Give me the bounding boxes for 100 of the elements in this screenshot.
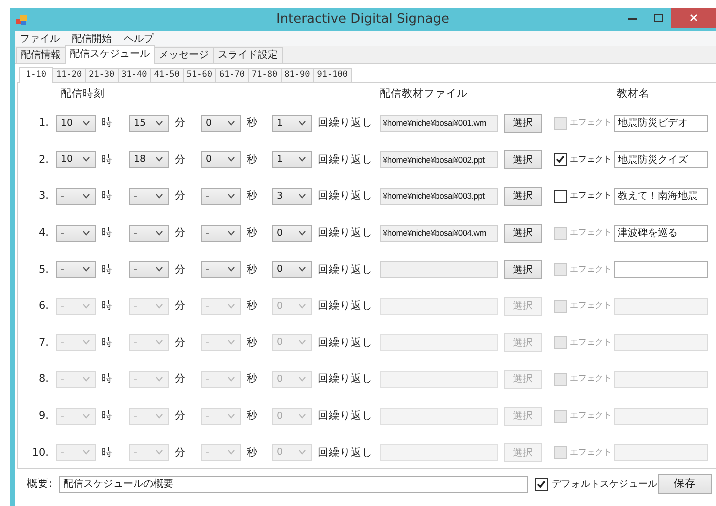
- caret-icon: [299, 376, 306, 382]
- title-field[interactable]: 教えて！南海地震: [614, 188, 708, 205]
- caret-icon: [156, 120, 163, 126]
- time-dropdown[interactable]: -: [201, 261, 241, 278]
- unit-label: 回繰り返し: [317, 409, 374, 424]
- summary-label: 概要:: [27, 477, 54, 491]
- time-dropdown[interactable]: -: [201, 188, 241, 205]
- select-button[interactable]: 選択: [504, 186, 542, 206]
- time-dropdown[interactable]: 10: [56, 114, 96, 132]
- file-path-field[interactable]: [380, 334, 498, 352]
- select-button[interactable]: 選択: [504, 114, 542, 133]
- page-tab[interactable]: 31-40: [118, 68, 152, 82]
- time-dropdown[interactable]: 0: [272, 261, 312, 278]
- file-path-field[interactable]: ¥home¥niche¥bosai¥003.ppt: [380, 188, 498, 205]
- title-field[interactable]: [614, 298, 708, 315]
- time-dropdown[interactable]: -: [129, 261, 169, 278]
- effect-checkbox[interactable]: [554, 190, 567, 203]
- select-button[interactable]: 選択: [504, 150, 542, 170]
- caret-icon: [228, 267, 235, 272]
- app-icon: [16, 14, 27, 24]
- effect-checkbox[interactable]: [554, 153, 567, 166]
- save-button[interactable]: 保存: [658, 474, 712, 494]
- title-field[interactable]: [614, 444, 708, 462]
- page-tab[interactable]: 61-70: [215, 68, 250, 82]
- time-dropdown[interactable]: 0: [201, 151, 241, 168]
- page-tab[interactable]: 11-20: [52, 68, 86, 82]
- unit-label: 時: [101, 299, 114, 314]
- select-button[interactable]: 選択: [504, 260, 542, 280]
- file-path-field[interactable]: ¥home¥niche¥bosai¥004.wm: [380, 224, 498, 242]
- time-dropdown[interactable]: 18: [129, 151, 169, 168]
- menu-item[interactable]: ヘルプ: [124, 32, 154, 46]
- caret-icon: [83, 230, 90, 236]
- time-dropdown[interactable]: 15: [129, 114, 169, 132]
- unit-label: 時: [101, 446, 114, 460]
- page-tab[interactable]: 51-60: [182, 68, 216, 82]
- caret-icon: [228, 120, 235, 126]
- caret-icon: [299, 340, 306, 346]
- title-field[interactable]: 地震防災ビデオ: [614, 114, 708, 132]
- row-number: 4.: [38, 227, 50, 240]
- time-dropdown[interactable]: 0: [201, 114, 241, 132]
- time-dropdown[interactable]: -: [56, 261, 96, 278]
- file-path-field[interactable]: ¥home¥niche¥bosai¥001.wm: [380, 114, 498, 132]
- title-field[interactable]: [614, 408, 708, 425]
- menu-item[interactable]: ファイル: [20, 32, 60, 46]
- time-dropdown[interactable]: -: [56, 224, 96, 242]
- unit-label: 回繰り返し: [317, 262, 374, 277]
- caret-icon: [83, 450, 90, 456]
- caret-icon: [83, 414, 90, 419]
- row-number: 7.: [38, 336, 50, 349]
- title-field[interactable]: 津波碑を巡る: [614, 224, 708, 242]
- time-dropdown[interactable]: -: [201, 224, 241, 242]
- effect-label: エフェクト: [570, 300, 612, 312]
- file-path-field[interactable]: [380, 408, 498, 425]
- caret-icon: [228, 450, 235, 456]
- tab[interactable]: 配信スケジュール: [65, 45, 155, 64]
- tab[interactable]: スライド設定: [213, 47, 283, 63]
- file-path-field[interactable]: [380, 298, 498, 315]
- file-path-field[interactable]: [380, 444, 498, 462]
- tab[interactable]: 配信情報: [16, 47, 66, 63]
- file-path-field[interactable]: ¥home¥niche¥bosai¥002.ppt: [380, 151, 498, 168]
- title-field[interactable]: 地震防災クイズ: [614, 151, 708, 168]
- time-dropdown[interactable]: 10: [56, 151, 96, 168]
- time-dropdown[interactable]: 1: [272, 114, 312, 132]
- unit-label: 分: [174, 116, 187, 130]
- unit-label: 時: [101, 116, 114, 130]
- select-button[interactable]: 選択: [504, 224, 542, 243]
- caret-icon: [299, 267, 306, 272]
- file-path-field[interactable]: [380, 370, 498, 388]
- title-field[interactable]: [614, 334, 708, 352]
- unit-label: 時: [101, 226, 114, 240]
- page-tab[interactable]: 21-30: [85, 68, 119, 82]
- time-dropdown[interactable]: 0: [272, 224, 312, 242]
- file-path-field[interactable]: [380, 261, 498, 278]
- caret-icon: [83, 304, 90, 309]
- time-dropdown[interactable]: -: [129, 224, 169, 242]
- caret-icon: [83, 376, 90, 382]
- summary-field[interactable]: 配信スケジュールの概要: [59, 476, 528, 492]
- minimize-icon: [628, 16, 636, 20]
- row-number: 1.: [38, 117, 50, 130]
- caret-icon: [299, 304, 306, 309]
- unit-label: 回繰り返し: [317, 152, 374, 167]
- caret-icon: [156, 194, 163, 199]
- time-dropdown[interactable]: 1: [272, 151, 312, 168]
- unit-label: 秒: [246, 189, 259, 204]
- time-dropdown[interactable]: -: [129, 188, 169, 205]
- title-field[interactable]: [614, 261, 708, 278]
- page-tab[interactable]: 1-10: [19, 67, 54, 83]
- caret-icon: [83, 157, 90, 162]
- row-number: 10.: [32, 446, 50, 459]
- menu-item[interactable]: 配信開始: [72, 32, 112, 46]
- page-tab[interactable]: 81-90: [280, 68, 314, 82]
- time-dropdown[interactable]: -: [56, 188, 96, 205]
- unit-label: 秒: [246, 116, 259, 130]
- page-tab[interactable]: 91-100: [313, 68, 352, 82]
- unit-label: 回繰り返し: [317, 336, 374, 350]
- title-field[interactable]: [614, 370, 708, 388]
- page-tab[interactable]: 71-80: [248, 68, 282, 82]
- page-tab[interactable]: 41-50: [150, 68, 184, 82]
- default-checkbox[interactable]: [535, 478, 548, 490]
- time-dropdown[interactable]: 3: [272, 188, 312, 205]
